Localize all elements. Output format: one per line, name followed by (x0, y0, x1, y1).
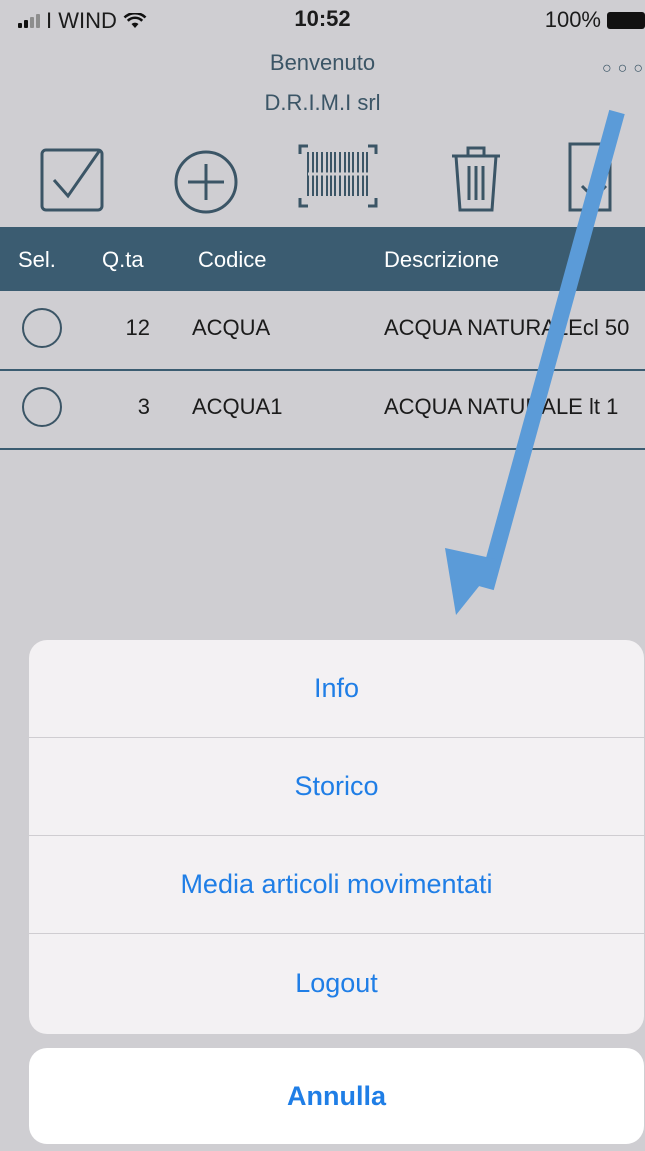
export-document-icon (568, 142, 612, 212)
row-description: ACQUA NATURALE lt 1 (384, 394, 619, 419)
company-name: D.R.I.M.I srl (264, 90, 381, 115)
table-header: Sel. Q.ta Codice Descrizione (0, 227, 645, 291)
menu-item-info[interactable]: Info (29, 640, 644, 738)
scan-barcode-button[interactable] (296, 140, 380, 216)
menu-item-storico[interactable]: Storico (29, 738, 644, 836)
ellipsis-icon[interactable]: ○○○ (602, 60, 645, 78)
trash-icon (452, 146, 500, 212)
menu-item-logout[interactable]: Logout (29, 934, 644, 1032)
add-icon (174, 150, 238, 214)
row-qty: 3 (137, 394, 150, 419)
column-header-qty: Q.ta (102, 247, 144, 272)
row-select-radio[interactable] (22, 308, 62, 348)
status-bar: I WIND 10:52 100% (0, 0, 645, 40)
battery-group: 100% (545, 7, 645, 33)
row-code: ACQUA1 (192, 394, 283, 419)
table-row[interactable]: 12 ACQUA ACQUA NATURALEcl 50 (0, 291, 645, 371)
delete-button[interactable] (440, 140, 512, 216)
column-header-description: Descrizione (384, 247, 499, 272)
add-item-button[interactable] (168, 140, 240, 216)
select-all-button[interactable] (38, 140, 110, 216)
table-row[interactable]: 3 ACQUA1 ACQUA NATURALE lt 1 (0, 370, 645, 450)
action-sheet: Info Storico Media articoli movimentati … (29, 640, 644, 1034)
row-code: ACQUA (192, 315, 271, 340)
row-select-radio[interactable] (22, 387, 62, 427)
checkbox-icon (40, 148, 104, 212)
menu-item-media-articoli[interactable]: Media articoli movimentati (29, 836, 644, 934)
barcode-icon (298, 144, 378, 208)
battery-icon (607, 11, 645, 29)
column-header-sel: Sel. (18, 247, 56, 272)
column-header-code: Codice (198, 247, 267, 272)
battery-percentage: 100% (544, 7, 601, 32)
row-description: ACQUA NATURALEcl 50 (384, 315, 630, 340)
export-button[interactable] (560, 140, 632, 216)
cancel-button[interactable]: Annulla (29, 1048, 644, 1144)
row-qty: 12 (125, 315, 150, 340)
greeting-label: Benvenuto (269, 50, 376, 75)
